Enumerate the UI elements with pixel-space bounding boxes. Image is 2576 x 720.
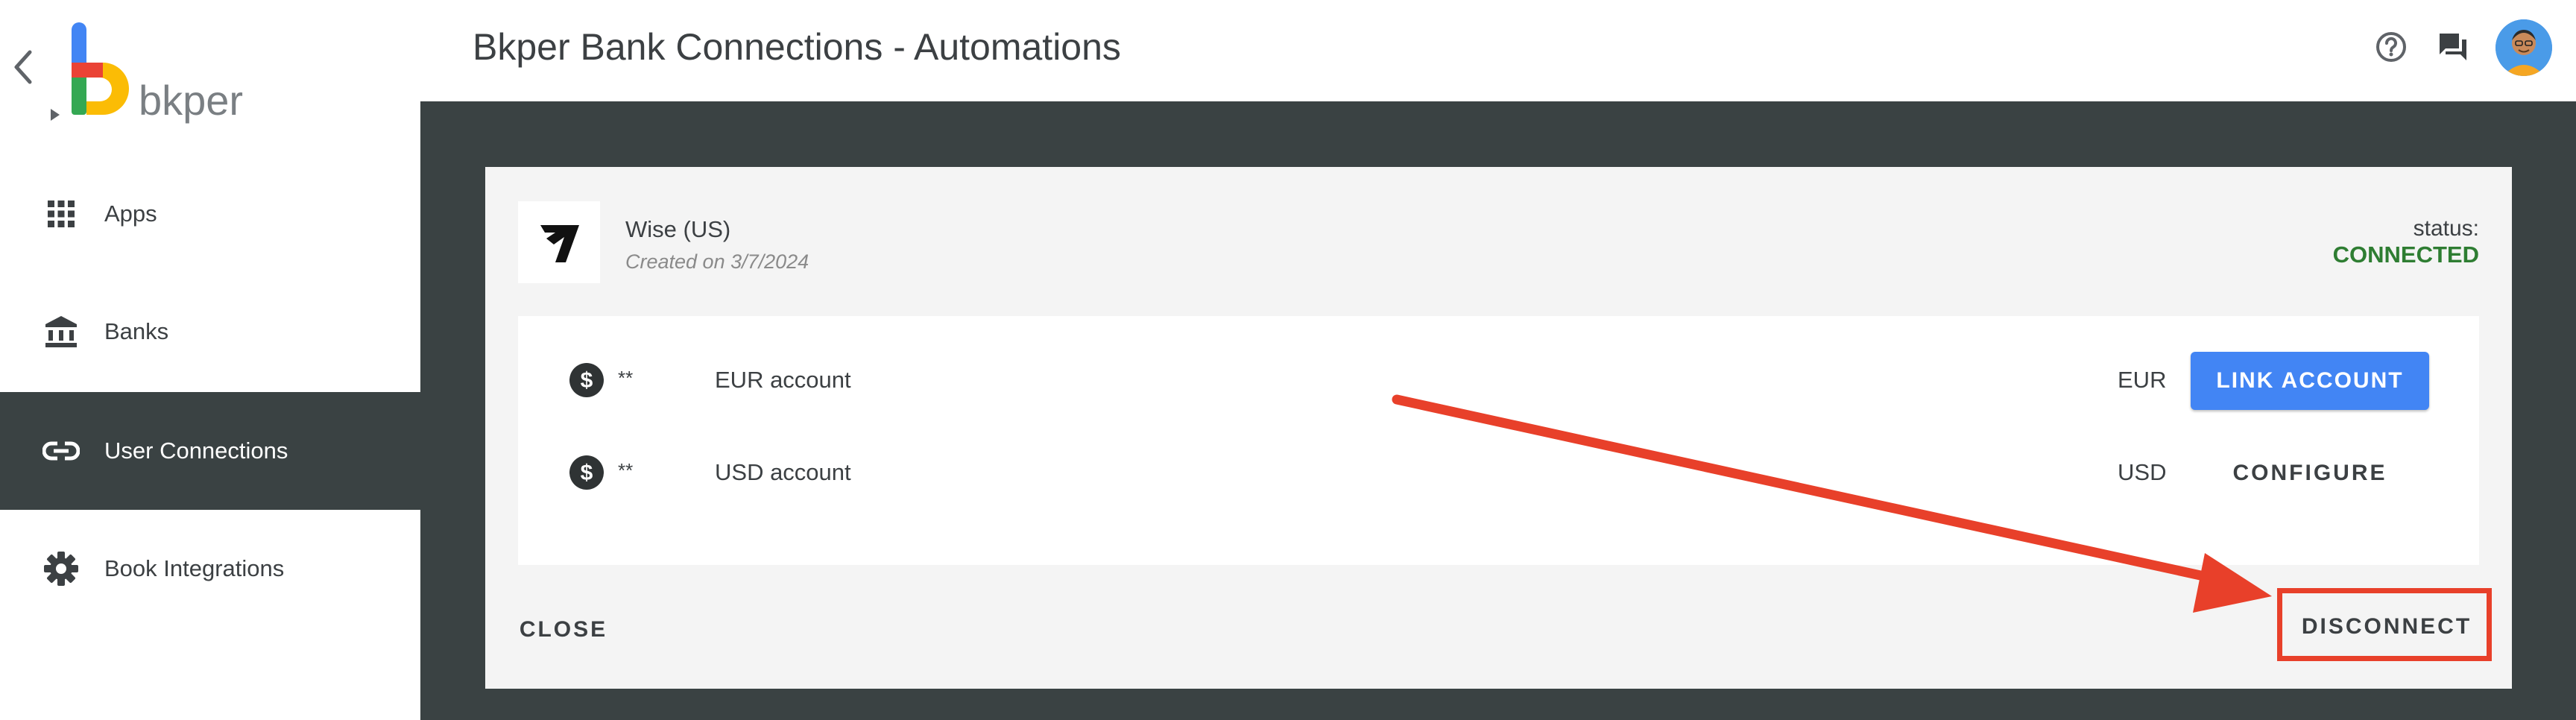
dollar-coin-icon: $ — [569, 363, 604, 397]
feedback-icon[interactable] — [2433, 27, 2473, 67]
wise-logo-icon — [518, 201, 600, 283]
sidebar-item-label: Banks — [104, 318, 169, 344]
sidebar-item-apps[interactable]: Apps — [0, 155, 420, 273]
account-name: USD account — [715, 459, 851, 485]
accounts-list: $ ** EUR account EUR LINK ACCOUNT $ ** U… — [518, 316, 2479, 565]
sidebar-item-user-connections[interactable]: User Connections — [0, 392, 420, 510]
page-title: Bkper Bank Connections - Automations — [473, 26, 1121, 68]
connection-created-date: Created on 3/7/2024 — [625, 250, 809, 273]
sidebar-item-banks[interactable]: Banks — [0, 273, 420, 391]
help-icon[interactable] — [2371, 27, 2411, 67]
avatar[interactable] — [2496, 19, 2552, 76]
account-currency: EUR — [2118, 367, 2167, 393]
link-icon — [42, 432, 80, 470]
svg-text:$: $ — [581, 461, 593, 485]
svg-text:$: $ — [581, 368, 593, 393]
configure-button[interactable]: CONFIGURE — [2191, 444, 2429, 502]
bank-icon — [42, 312, 80, 351]
account-row-eur: $ ** EUR account EUR LINK ACCOUNT — [518, 343, 2479, 417]
apps-grid-icon — [42, 195, 80, 233]
link-account-button[interactable]: LINK ACCOUNT — [2191, 352, 2429, 410]
close-button[interactable]: CLOSE — [508, 604, 619, 656]
top-bar: Bkper Bank Connections - Automations — [420, 0, 2576, 101]
account-name: EUR account — [715, 367, 851, 393]
account-number: ** — [618, 367, 634, 389]
gear-icon — [42, 549, 80, 588]
connection-card: Wise (US) Created on 3/7/2024 status: CO… — [485, 167, 2512, 689]
status-label: status: — [2413, 216, 2479, 241]
sidebar-item-label: Book Integrations — [104, 555, 285, 581]
account-currency: USD — [2118, 459, 2167, 485]
sidebar-item-book-integrations[interactable]: Book Integrations — [0, 510, 420, 628]
disconnect-button[interactable]: DISCONNECT — [2282, 592, 2491, 662]
sidebar: bkper Apps Banks User Connections Book I… — [0, 0, 420, 720]
back-chevron-icon[interactable] — [7, 45, 40, 89]
logo-text: bkper — [139, 77, 243, 124]
bkper-logo: bkper — [45, 18, 268, 130]
account-number: ** — [618, 459, 635, 481]
sidebar-item-label: Apps — [104, 200, 157, 227]
connection-name: Wise (US) — [625, 216, 731, 242]
dollar-coin-icon: $ — [569, 455, 604, 490]
sidebar-item-label: User Connections — [104, 438, 288, 464]
status-badge: CONNECTED — [2332, 241, 2479, 268]
account-row-usd: $ ** USD account USD CONFIGURE — [518, 435, 2479, 510]
